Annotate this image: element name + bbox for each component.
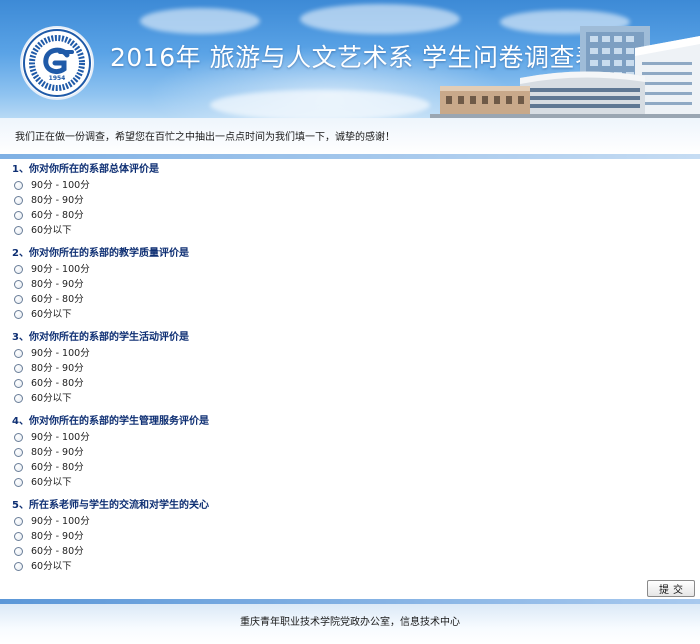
option-q3-80-90[interactable]: 80分 - 90分	[12, 361, 692, 376]
option-q2-below-60[interactable]: 60分以下	[12, 307, 692, 322]
radio-button[interactable]	[14, 181, 23, 190]
option-q2-80-90[interactable]: 80分 - 90分	[12, 277, 692, 292]
option-q4-below-60[interactable]: 60分以下	[12, 475, 692, 490]
intro-section: 我们正在做一份调查，希望您在百忙之中抽出一点点时间为我们填一下，诚挚的感谢！	[0, 118, 700, 154]
option-q4-90-100[interactable]: 90分 - 100分	[12, 430, 692, 445]
option-label: 60分 - 80分	[31, 210, 84, 221]
option-q2-90-100[interactable]: 90分 - 100分	[12, 262, 692, 277]
radio-button[interactable]	[14, 394, 23, 403]
radio-button[interactable]	[14, 211, 23, 220]
option-q3-90-100[interactable]: 90分 - 100分	[12, 346, 692, 361]
radio-button[interactable]	[14, 547, 23, 556]
question-4: 4、你对你所在的系部的学生管理服务评价是 90分 - 100分 80分 - 90…	[12, 414, 692, 498]
option-q3-60-80[interactable]: 60分 - 80分	[12, 376, 692, 391]
option-q5-80-90[interactable]: 80分 - 90分	[12, 529, 692, 544]
radio-button[interactable]	[14, 379, 23, 388]
radio-button[interactable]	[14, 295, 23, 304]
question-title: 2、你对你所在的系部的教学质量评价是	[12, 248, 189, 259]
option-label: 60分以下	[31, 561, 72, 572]
question-title: 3、你对你所在的系部的学生活动评价是	[12, 332, 189, 343]
option-label: 60分 - 80分	[31, 546, 84, 557]
radio-button[interactable]	[14, 280, 23, 289]
option-label: 60分 - 80分	[31, 462, 84, 473]
logo-year: 1954	[48, 75, 66, 82]
option-q2-60-80[interactable]: 60分 - 80分	[12, 292, 692, 307]
cloud	[140, 8, 260, 34]
option-label: 90分 - 100分	[31, 516, 90, 527]
option-q3-below-60[interactable]: 60分以下	[12, 391, 692, 406]
top-divider	[0, 154, 700, 159]
option-label: 60分以下	[31, 309, 72, 320]
option-q4-60-80[interactable]: 60分 - 80分	[12, 460, 692, 475]
option-q5-below-60[interactable]: 60分以下	[12, 559, 692, 574]
submit-button[interactable]: 提交	[647, 580, 695, 597]
questions-list: 1、你对你所在的系部总体评价是 90分 - 100分 80分 - 90分 60分…	[12, 162, 692, 582]
question-title: 1、你对你所在的系部总体评价是	[12, 164, 159, 175]
school-logo-icon: 1954	[22, 28, 92, 98]
option-label: 60分 - 80分	[31, 294, 84, 305]
radio-button[interactable]	[14, 478, 23, 487]
question-3: 3、你对你所在的系部的学生活动评价是 90分 - 100分 80分 - 90分 …	[12, 330, 692, 414]
survey-page: 1954 2016年 旅游与人文艺术系 学生问卷调查表 我们正在做一份调查，希望…	[0, 0, 700, 644]
radio-button[interactable]	[14, 196, 23, 205]
option-q1-below-60[interactable]: 60分以下	[12, 223, 692, 238]
footer-text: 重庆青年职业技术学院党政办公室，信息技术中心	[240, 617, 460, 628]
question-title: 5、所在系老师与学生的交流和对学生的关心	[12, 500, 209, 511]
option-label: 80分 - 90分	[31, 447, 84, 458]
question-5: 5、所在系老师与学生的交流和对学生的关心 90分 - 100分 80分 - 90…	[12, 498, 692, 582]
option-label: 60分以下	[31, 225, 72, 236]
radio-button[interactable]	[14, 517, 23, 526]
cloud	[210, 90, 430, 118]
option-q4-80-90[interactable]: 80分 - 90分	[12, 445, 692, 460]
option-label: 90分 - 100分	[31, 264, 90, 275]
radio-button[interactable]	[14, 226, 23, 235]
radio-button[interactable]	[14, 463, 23, 472]
option-label: 90分 - 100分	[31, 432, 90, 443]
option-label: 90分 - 100分	[31, 348, 90, 359]
option-label: 80分 - 90分	[31, 279, 84, 290]
radio-button[interactable]	[14, 562, 23, 571]
option-q1-90-100[interactable]: 90分 - 100分	[12, 178, 692, 193]
radio-button[interactable]	[14, 265, 23, 274]
option-label: 80分 - 90分	[31, 363, 84, 374]
option-label: 60分 - 80分	[31, 378, 84, 389]
question-title: 4、你对你所在的系部的学生管理服务评价是	[12, 416, 209, 427]
option-q1-80-90[interactable]: 80分 - 90分	[12, 193, 692, 208]
question-1: 1、你对你所在的系部总体评价是 90分 - 100分 80分 - 90分 60分…	[12, 162, 692, 246]
radio-button[interactable]	[14, 433, 23, 442]
option-label: 60分以下	[31, 393, 72, 404]
intro-text: 我们正在做一份调查，希望您在百忙之中抽出一点点时间为我们填一下，诚挚的感谢！	[15, 132, 395, 143]
radio-button[interactable]	[14, 364, 23, 373]
option-q5-60-80[interactable]: 60分 - 80分	[12, 544, 692, 559]
radio-button[interactable]	[14, 349, 23, 358]
question-2: 2、你对你所在的系部的教学质量评价是 90分 - 100分 80分 - 90分 …	[12, 246, 692, 330]
option-label: 60分以下	[31, 477, 72, 488]
option-q1-60-80[interactable]: 60分 - 80分	[12, 208, 692, 223]
option-label: 80分 - 90分	[31, 195, 84, 206]
header-banner: 1954 2016年 旅游与人文艺术系 学生问卷调查表	[0, 0, 700, 118]
option-label: 80分 - 90分	[31, 531, 84, 542]
radio-button[interactable]	[14, 448, 23, 457]
option-q5-90-100[interactable]: 90分 - 100分	[12, 514, 692, 529]
radio-button[interactable]	[14, 532, 23, 541]
radio-button[interactable]	[14, 310, 23, 319]
campus-buildings-image	[430, 26, 700, 118]
option-label: 90分 - 100分	[31, 180, 90, 191]
